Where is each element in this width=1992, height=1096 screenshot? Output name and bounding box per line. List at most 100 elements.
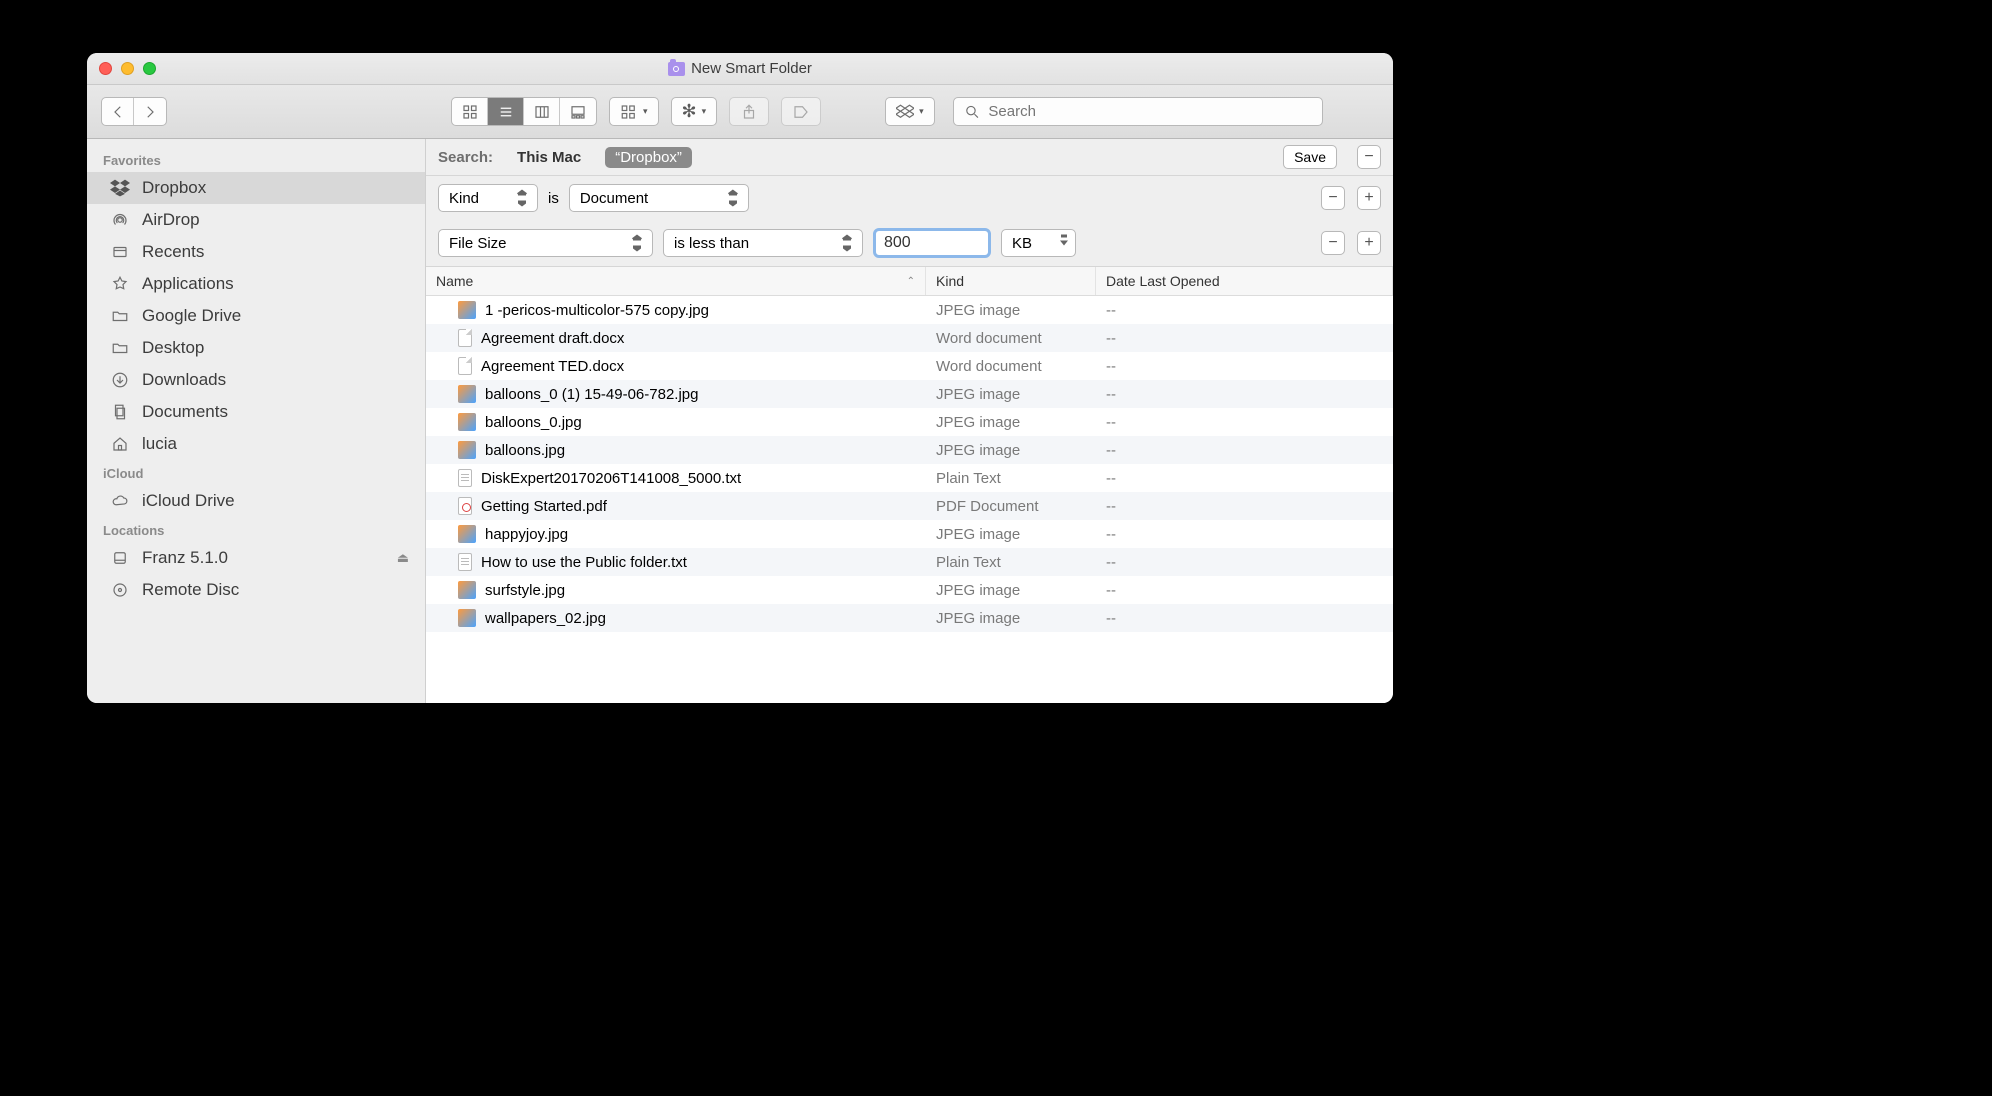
file-name-cell: How to use the Public folder.txt	[426, 553, 926, 571]
file-date-cell: --	[1096, 386, 1393, 403]
sidebar-item-google-drive[interactable]: Google Drive	[87, 300, 425, 332]
column-header-name[interactable]: Name ⌃	[426, 267, 926, 295]
downloads-icon	[109, 371, 131, 389]
sidebar-item-applications[interactable]: Applications	[87, 268, 425, 300]
view-list-button[interactable]	[488, 98, 524, 125]
forward-button[interactable]	[134, 98, 166, 125]
remove-search-button[interactable]: −	[1357, 145, 1381, 169]
tags-button[interactable]	[781, 97, 821, 126]
window-controls	[99, 62, 156, 75]
file-row[interactable]: wallpapers_02.jpgJPEG image--	[426, 604, 1393, 632]
search-scope-bar: Search: This Mac “Dropbox” Save −	[426, 139, 1393, 176]
sidebar-item-remote-disc[interactable]: Remote Disc	[87, 574, 425, 606]
sidebar-item-label: Documents	[142, 402, 228, 422]
view-icons-button[interactable]	[452, 98, 488, 125]
file-name: wallpapers_02.jpg	[485, 610, 606, 627]
sidebar-item-documents[interactable]: Documents	[87, 396, 425, 428]
back-button[interactable]	[102, 98, 134, 125]
close-window-button[interactable]	[99, 62, 112, 75]
dropbox-icon	[109, 179, 131, 197]
share-button[interactable]	[729, 97, 769, 126]
file-date-cell: --	[1096, 302, 1393, 319]
file-name: DiskExpert20170206T141008_5000.txt	[481, 470, 741, 487]
sidebar-item-downloads[interactable]: Downloads	[87, 364, 425, 396]
file-row[interactable]: balloons.jpgJPEG image--	[426, 436, 1393, 464]
disk-icon	[109, 549, 131, 567]
file-name-cell: happyjoy.jpg	[426, 525, 926, 543]
file-kind-cell: Word document	[926, 330, 1096, 347]
toolbar: ▾ ✻ ▾ ▾	[87, 85, 1393, 139]
chevron-down-icon: ▾	[919, 106, 924, 117]
cloud-icon	[109, 492, 131, 510]
sidebar-section-header: iCloud	[87, 460, 425, 485]
criteria-value-input[interactable]	[873, 228, 991, 258]
scope-dropbox[interactable]: “Dropbox”	[605, 147, 692, 168]
file-row[interactable]: happyjoy.jpgJPEG image--	[426, 520, 1393, 548]
remove-criteria-button[interactable]: −	[1321, 186, 1345, 210]
file-row[interactable]: DiskExpert20170206T141008_5000.txtPlain …	[426, 464, 1393, 492]
jpeg-file-icon	[458, 413, 476, 431]
documents-icon	[109, 403, 131, 421]
sidebar-item-label: Dropbox	[142, 178, 206, 198]
sidebar-item-dropbox[interactable]: Dropbox	[87, 172, 425, 204]
file-row[interactable]: Agreement TED.docxWord document--	[426, 352, 1393, 380]
add-criteria-button[interactable]: +	[1357, 231, 1381, 255]
file-row[interactable]: Agreement draft.docxWord document--	[426, 324, 1393, 352]
criteria-row-2: File Size is less than KB − +	[426, 220, 1393, 266]
column-header-kind[interactable]: Kind	[926, 267, 1096, 295]
file-name: How to use the Public folder.txt	[481, 554, 687, 571]
file-row[interactable]: surfstyle.jpgJPEG image--	[426, 576, 1393, 604]
txt-file-icon	[458, 469, 472, 487]
sidebar-item-lucia[interactable]: lucia	[87, 428, 425, 460]
window-title: New Smart Folder	[87, 60, 1393, 77]
doc-file-icon	[458, 329, 472, 347]
sidebar-item-icloud-drive[interactable]: iCloud Drive	[87, 485, 425, 517]
save-button[interactable]: Save	[1283, 145, 1337, 169]
add-criteria-button[interactable]: +	[1357, 186, 1381, 210]
jpeg-file-icon	[458, 385, 476, 403]
scope-this-mac[interactable]: This Mac	[507, 147, 591, 168]
file-kind-cell: JPEG image	[926, 582, 1096, 599]
column-header-date[interactable]: Date Last Opened	[1096, 267, 1393, 295]
file-row[interactable]: balloons_0 (1) 15-49-06-782.jpgJPEG imag…	[426, 380, 1393, 408]
smart-folder-icon	[668, 62, 685, 76]
zoom-window-button[interactable]	[143, 62, 156, 75]
file-name: balloons_0.jpg	[485, 414, 582, 431]
criteria-unit-popup[interactable]: KB	[1001, 229, 1076, 257]
view-gallery-button[interactable]	[560, 98, 596, 125]
file-date-cell: --	[1096, 470, 1393, 487]
file-row[interactable]: How to use the Public folder.txtPlain Te…	[426, 548, 1393, 576]
file-date-cell: --	[1096, 554, 1393, 571]
view-columns-button[interactable]	[524, 98, 560, 125]
search-field[interactable]	[953, 97, 1323, 126]
sidebar-item-recents[interactable]: Recents	[87, 236, 425, 268]
airdrop-icon	[109, 211, 131, 229]
action-menu-button[interactable]: ✻ ▾	[671, 97, 718, 126]
file-row[interactable]: Getting Started.pdfPDF Document--	[426, 492, 1393, 520]
criteria-attribute-popup[interactable]: File Size	[438, 229, 653, 257]
criteria-attribute-popup[interactable]: Kind	[438, 184, 538, 212]
file-name: Agreement TED.docx	[481, 358, 624, 375]
sidebar-item-desktop[interactable]: Desktop	[87, 332, 425, 364]
file-row[interactable]: 1 -pericos-multicolor-575 copy.jpgJPEG i…	[426, 296, 1393, 324]
group-by-button[interactable]: ▾	[609, 97, 659, 126]
sidebar-item-label: Google Drive	[142, 306, 241, 326]
sidebar-item-label: iCloud Drive	[142, 491, 235, 511]
file-name-cell: surfstyle.jpg	[426, 581, 926, 599]
minimize-window-button[interactable]	[121, 62, 134, 75]
finder-window: New Smart Folder	[87, 53, 1393, 703]
jpeg-file-icon	[458, 525, 476, 543]
file-name: Getting Started.pdf	[481, 498, 607, 515]
recents-icon	[109, 243, 131, 261]
sidebar-item-franz-5-1-0[interactable]: Franz 5.1.0⏏	[87, 542, 425, 574]
file-row[interactable]: balloons_0.jpgJPEG image--	[426, 408, 1393, 436]
sidebar-item-airdrop[interactable]: AirDrop	[87, 204, 425, 236]
eject-icon[interactable]: ⏏	[397, 550, 409, 566]
criteria-value-popup[interactable]: Document	[569, 184, 749, 212]
criteria-operator-popup[interactable]: is less than	[663, 229, 863, 257]
search-input[interactable]	[988, 103, 1311, 120]
remove-criteria-button[interactable]: −	[1321, 231, 1345, 255]
dropbox-toolbar-button[interactable]: ▾	[885, 97, 935, 126]
file-name: 1 -pericos-multicolor-575 copy.jpg	[485, 302, 709, 319]
sidebar-item-label: lucia	[142, 434, 177, 454]
